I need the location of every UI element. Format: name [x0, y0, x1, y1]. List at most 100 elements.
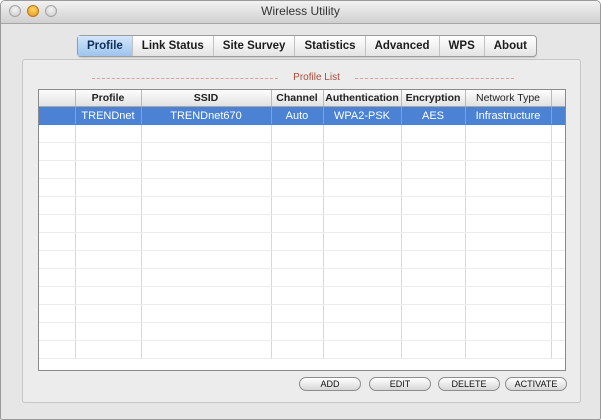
table-row[interactable]: [39, 142, 565, 161]
table-row[interactable]: [39, 286, 565, 305]
row-marker: [39, 142, 76, 161]
ssid-cell: [141, 214, 272, 233]
row-marker: [39, 196, 76, 215]
authentication-cell: [323, 304, 402, 323]
row-spacer: [551, 340, 565, 359]
channel-cell: [271, 124, 324, 143]
encryption-cell: [401, 160, 466, 179]
authentication-cell: [323, 214, 402, 233]
network-type-cell: [465, 286, 552, 305]
network-type-cell: [465, 322, 552, 341]
column-header-authentication[interactable]: Authentication: [323, 90, 402, 107]
row-spacer: [551, 106, 565, 125]
profile-cell: TRENDnet: [75, 106, 142, 125]
row-marker: [39, 106, 76, 125]
ssid-cell: [141, 304, 272, 323]
table-row[interactable]: [39, 160, 565, 179]
channel-cell: [271, 286, 324, 305]
authentication-cell: [323, 340, 402, 359]
table-row[interactable]: [39, 232, 565, 251]
column-header-profile[interactable]: Profile: [75, 90, 142, 107]
row-marker: [39, 214, 76, 233]
row-marker: [39, 340, 76, 359]
table-row[interactable]: [39, 268, 565, 287]
row-spacer: [551, 304, 565, 323]
encryption-cell: [401, 196, 466, 215]
row-spacer: [551, 232, 565, 251]
profile-cell: [75, 142, 142, 161]
row-marker: [39, 322, 76, 341]
authentication-cell: [323, 268, 402, 287]
profile-cell: [75, 268, 142, 287]
tab-wps[interactable]: WPS: [440, 36, 485, 56]
ssid-cell: [141, 286, 272, 305]
ssid-cell: [141, 160, 272, 179]
ssid-cell: [141, 178, 272, 197]
column-header-channel[interactable]: Channel: [271, 90, 324, 107]
channel-cell: [271, 142, 324, 161]
table-row[interactable]: TRENDnet TRENDnet670 Auto WPA2-PSK AES Infras…: [39, 106, 565, 125]
ssid-cell: [141, 124, 272, 143]
profile-list-title: Profile List: [293, 72, 340, 83]
table-row[interactable]: [39, 340, 565, 359]
row-spacer: [551, 160, 565, 179]
tab-profile[interactable]: Profile: [78, 36, 133, 56]
channel-cell: [271, 232, 324, 251]
row-spacer: [551, 250, 565, 269]
network-type-cell: [465, 214, 552, 233]
table-row[interactable]: [39, 178, 565, 197]
profile-table[interactable]: Profile SSID Channel Authentication Encr…: [38, 89, 566, 371]
network-type-cell: [465, 196, 552, 215]
column-header-encryption[interactable]: Encryption: [401, 90, 466, 107]
add-button[interactable]: ADD: [299, 377, 361, 391]
network-type-cell: [465, 142, 552, 161]
table-row[interactable]: [39, 304, 565, 323]
channel-cell: [271, 268, 324, 287]
ssid-cell: [141, 340, 272, 359]
table-row[interactable]: [39, 196, 565, 215]
profile-list-header: Profile List: [23, 72, 574, 83]
activate-button[interactable]: ACTIVATE: [505, 377, 567, 391]
table-row[interactable]: [39, 250, 565, 269]
row-marker: [39, 250, 76, 269]
divider-left: [92, 78, 278, 79]
encryption-cell: [401, 178, 466, 197]
column-header-ssid[interactable]: SSID: [141, 90, 272, 107]
authentication-cell: [323, 160, 402, 179]
tab-bar: Profile Link Status Site Survey Statisti…: [77, 35, 537, 57]
row-marker: [39, 178, 76, 197]
profile-cell: [75, 160, 142, 179]
network-type-cell: [465, 304, 552, 323]
row-spacer: [551, 268, 565, 287]
tab-about[interactable]: About: [485, 36, 536, 56]
tab-advanced[interactable]: Advanced: [366, 36, 440, 56]
table-row[interactable]: [39, 214, 565, 233]
delete-button[interactable]: DELETE: [438, 377, 500, 391]
channel-cell: [271, 304, 324, 323]
channel-cell: [271, 322, 324, 341]
tab-statistics[interactable]: Statistics: [295, 36, 366, 56]
table-header-row: Profile SSID Channel Authentication Encr…: [39, 90, 565, 107]
row-spacer: [551, 142, 565, 161]
authentication-cell: [323, 286, 402, 305]
table-row[interactable]: [39, 124, 565, 143]
column-header-network-type[interactable]: Network Type: [465, 90, 552, 107]
tab-site-survey[interactable]: Site Survey: [214, 36, 296, 56]
network-type-cell: [465, 160, 552, 179]
encryption-cell: [401, 250, 466, 269]
encryption-cell: [401, 304, 466, 323]
profile-cell: [75, 178, 142, 197]
channel-cell: [271, 250, 324, 269]
table-row[interactable]: [39, 322, 565, 341]
edit-button[interactable]: EDIT: [369, 377, 431, 391]
encryption-cell: [401, 142, 466, 161]
title-bar: Wireless Utility: [1, 1, 600, 24]
authentication-cell: [323, 178, 402, 197]
encryption-cell: [401, 214, 466, 233]
tab-link-status[interactable]: Link Status: [133, 36, 214, 56]
ssid-cell: [141, 268, 272, 287]
ssid-cell: [141, 322, 272, 341]
encryption-cell: [401, 322, 466, 341]
ssid-cell: TRENDnet670: [141, 106, 272, 125]
network-type-cell: [465, 124, 552, 143]
